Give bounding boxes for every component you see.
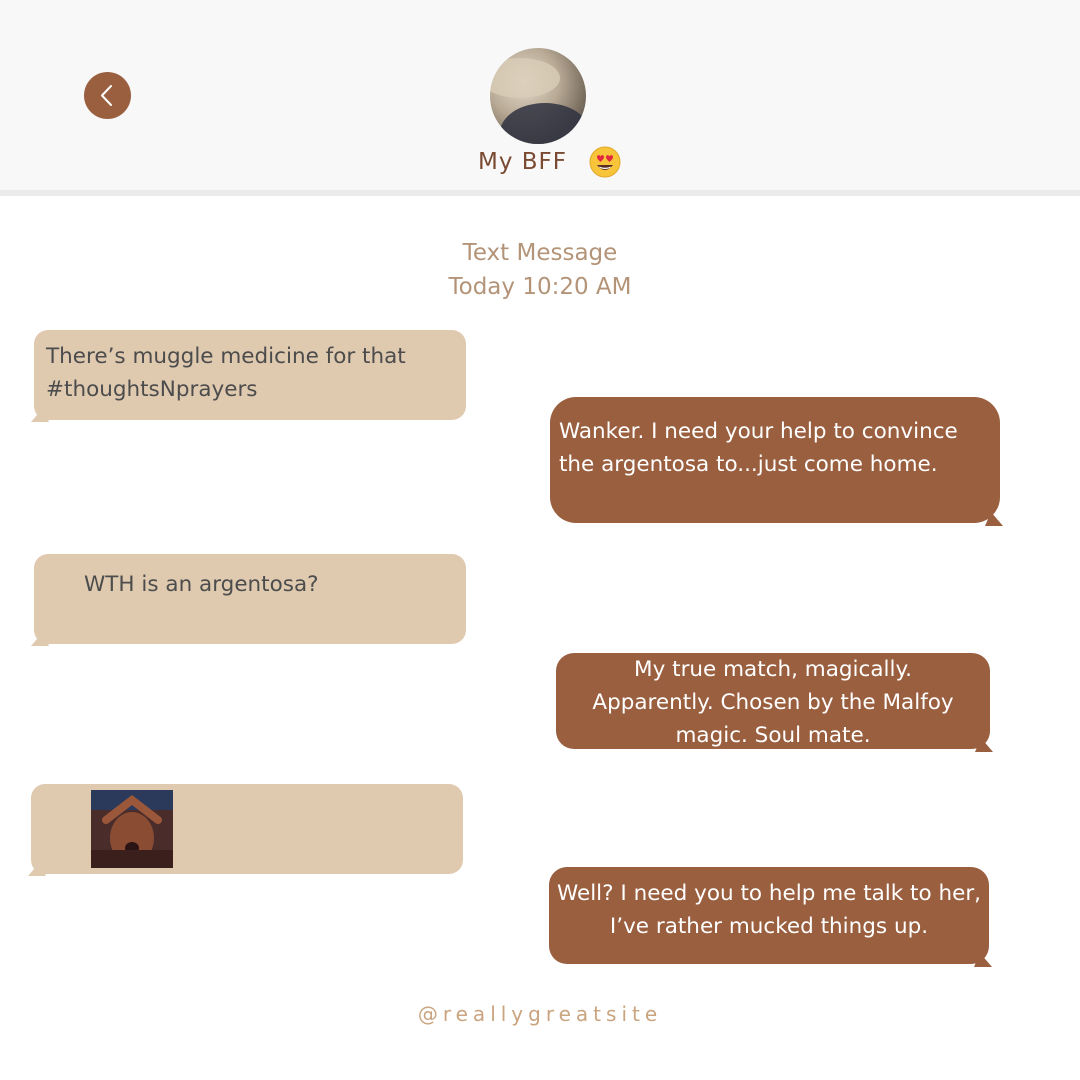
incoming-message-bubble[interactable] (28, 784, 463, 876)
message-text: Well? I need you to help me talk to her,… (556, 881, 982, 939)
outgoing-message-bubble[interactable]: Wanker. I need your help to convince the… (550, 397, 1003, 526)
incoming-message-bubble[interactable]: WTH is an argentosa? (31, 554, 466, 646)
thread-timestamp: Today 10:20 AM (448, 274, 632, 300)
heart-eyes-emoji-icon (589, 146, 621, 178)
contact-name: My BFF (478, 149, 568, 175)
chevron-left-icon (101, 85, 112, 106)
avatar[interactable] (490, 48, 586, 144)
outgoing-message-bubble[interactable]: Well? I need you to help me talk to her,… (549, 867, 992, 967)
outgoing-message-bubble[interactable]: My true match, magically. Apparently. Ch… (556, 653, 993, 752)
message-text: Wanker. I need your help to convince the… (559, 419, 958, 477)
header-divider (0, 190, 1080, 196)
message-text: My true match, magically. Apparently. Ch… (592, 657, 954, 748)
footer-handle: @reallygreatsite (417, 1002, 663, 1026)
back-button[interactable] (84, 72, 131, 119)
reaction-gif-image[interactable] (91, 790, 173, 868)
incoming-message-bubble[interactable]: There’s muggle medicine for that #though… (31, 330, 466, 422)
message-text: There’s muggle medicine for that #though… (46, 344, 406, 402)
thread-title: Text Message (462, 240, 618, 266)
message-text: WTH is an argentosa? (84, 572, 319, 597)
